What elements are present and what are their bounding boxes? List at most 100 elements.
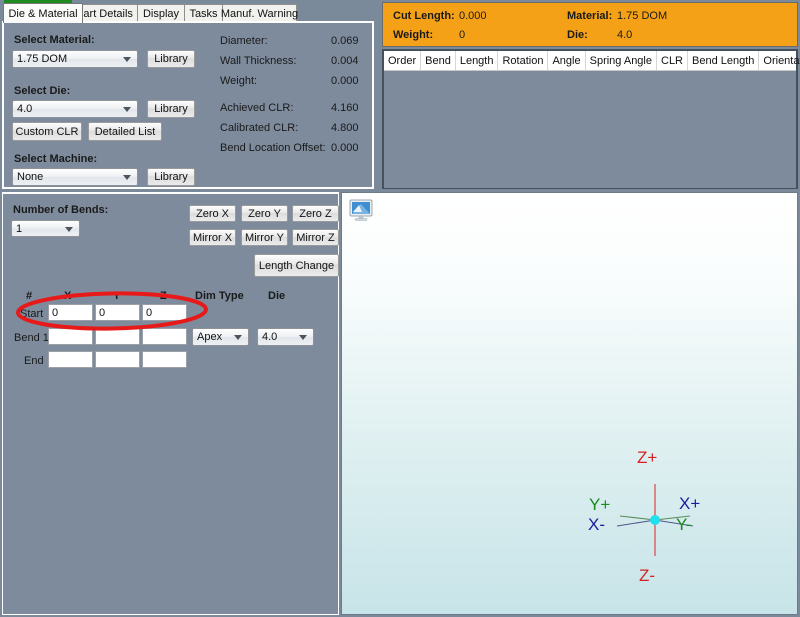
mirror-y-button[interactable]: Mirror Y <box>241 229 288 246</box>
column-header-bend-length[interactable]: Bend Length <box>688 51 759 70</box>
summary-material-label: Material: <box>567 10 612 22</box>
machine-select-value: None <box>17 171 43 183</box>
select-machine-label: Select Machine: <box>14 153 97 165</box>
bend-location-offset-value: 0.000 <box>331 142 359 154</box>
bend-1-dim-type-select[interactable]: Apex <box>192 328 249 346</box>
machine-library-button[interactable]: Library <box>147 168 195 186</box>
mirror-z-button[interactable]: Mirror Z <box>292 229 339 246</box>
summary-weight-value: 0 <box>459 29 465 41</box>
zero-y-button[interactable]: Zero Y <box>241 205 288 222</box>
column-header-spring-angle[interactable]: Spring Angle <box>586 51 657 70</box>
end-z-input[interactable] <box>142 351 187 368</box>
column-header-orientation[interactable]: Orientation <box>759 51 800 70</box>
chevron-down-icon <box>123 57 131 62</box>
bend-1-dim-type-value: Apex <box>197 331 222 343</box>
bend-1-die-value: 4.0 <box>262 331 277 343</box>
axis-label-x-plus: X+ <box>679 494 700 514</box>
tab-die-material[interactable]: Die & Material <box>3 3 83 23</box>
bend-1-die-select[interactable]: 4.0 <box>257 328 314 346</box>
bend-1-y-input[interactable] <box>95 328 140 345</box>
weight-value: 0.000 <box>331 75 359 87</box>
column-header-rotation[interactable]: Rotation <box>498 51 548 70</box>
column-header-clr[interactable]: CLR <box>657 51 688 70</box>
tab-strip: Die & Material Part Details Display Task… <box>0 4 375 22</box>
calibrated-clr-label: Calibrated CLR: <box>220 122 298 134</box>
bend-1-x-input[interactable] <box>48 328 93 345</box>
select-material-label: Select Material: <box>14 34 95 46</box>
mirror-x-button[interactable]: Mirror X <box>189 229 236 246</box>
achieved-clr-value: 4.160 <box>331 102 359 114</box>
summary-bar: Cut Length: 0.000 Weight: 0 Material: 1.… <box>382 2 798 47</box>
achieved-clr-label: Achieved CLR: <box>220 102 293 114</box>
grid-header-dim-type: Dim Type <box>195 290 244 302</box>
bend-1-z-input[interactable] <box>142 328 187 345</box>
chevron-down-icon <box>123 107 131 112</box>
select-die-label: Select Die: <box>14 85 70 97</box>
chevron-down-icon <box>299 335 307 340</box>
column-header-angle[interactable]: Angle <box>548 51 585 70</box>
wall-thickness-label: Wall Thickness: <box>220 55 296 67</box>
start-y-input[interactable]: 0 <box>95 304 140 321</box>
3d-viewport[interactable] <box>341 192 798 615</box>
cut-length-label: Cut Length: <box>393 10 455 22</box>
grid-header-y: Y <box>113 290 120 302</box>
grid-header-z: Z <box>160 290 167 302</box>
axis-label-x-minus: X- <box>588 515 605 535</box>
summary-die-value: 4.0 <box>617 29 632 41</box>
summary-weight-label: Weight: <box>393 29 433 41</box>
grid-header-die: Die <box>268 290 285 302</box>
detailed-list-button[interactable]: Detailed List <box>88 122 162 141</box>
zero-x-button[interactable]: Zero X <box>189 205 236 222</box>
zero-z-button[interactable]: Zero Z <box>292 205 339 222</box>
calibrated-clr-value: 4.800 <box>331 122 359 134</box>
column-header-order[interactable]: Order <box>384 51 421 70</box>
tab-manuf-warning[interactable]: Manuf. Warning <box>222 4 297 22</box>
bend-location-offset-label: Bend Location Offset: <box>220 142 326 154</box>
grid-header-x: X <box>64 290 71 302</box>
chevron-down-icon <box>234 335 242 340</box>
die-and-material-panel: Select Material: 1.75 DOM Library Select… <box>2 21 374 189</box>
die-library-button[interactable]: Library <box>147 100 195 118</box>
grid-header-num: # <box>26 290 32 302</box>
summary-material-value: 1.75 DOM <box>617 10 667 22</box>
tab-display[interactable]: Display <box>137 4 185 22</box>
die-select-value: 4.0 <box>17 103 32 115</box>
diameter-label: Diameter: <box>220 35 268 47</box>
length-change-button[interactable]: Length Change <box>254 254 339 277</box>
number-of-bends-select[interactable]: 1 <box>11 220 80 237</box>
end-y-input[interactable] <box>95 351 140 368</box>
number-of-bends-label: Number of Bends: <box>13 204 108 216</box>
bends-panel: Number of Bends: 1 Zero X Zero Y Zero Z … <box>2 192 339 615</box>
chevron-down-icon <box>123 175 131 180</box>
bend-table-body[interactable] <box>384 71 796 188</box>
wall-thickness-value: 0.004 <box>331 55 359 67</box>
row-label-end: End <box>24 355 44 367</box>
axis-label-y-minus: Y- <box>676 515 691 535</box>
bend-table-panel: Order Bend Length Rotation Angle Spring … <box>382 49 798 189</box>
axis-label-y-plus: Y+ <box>589 495 610 515</box>
axis-label-z-plus: Z+ <box>637 448 657 468</box>
number-of-bends-value: 1 <box>16 223 22 235</box>
die-select[interactable]: 4.0 <box>12 100 138 118</box>
row-label-bend-1: Bend 1 <box>14 332 49 344</box>
column-header-bend[interactable]: Bend <box>421 51 456 70</box>
start-x-input[interactable]: 0 <box>48 304 93 321</box>
row-label-start: Start <box>20 308 43 320</box>
tab-tasks[interactable]: Tasks <box>184 4 223 22</box>
diameter-value: 0.069 <box>331 35 359 47</box>
axis-label-z-minus: Z- <box>639 566 655 586</box>
summary-die-label: Die: <box>567 29 588 41</box>
custom-clr-button[interactable]: Custom CLR <box>12 122 82 141</box>
monitor-icon[interactable] <box>349 199 373 221</box>
cut-length-value: 0.000 <box>459 10 487 22</box>
bend-table-header: Order Bend Length Rotation Angle Spring … <box>384 51 796 71</box>
material-library-button[interactable]: Library <box>147 50 195 68</box>
material-select[interactable]: 1.75 DOM <box>12 50 138 68</box>
machine-select[interactable]: None <box>12 168 138 186</box>
end-x-input[interactable] <box>48 351 93 368</box>
material-select-value: 1.75 DOM <box>17 53 67 65</box>
start-z-input[interactable]: 0 <box>142 304 187 321</box>
weight-label: Weight: <box>220 75 257 87</box>
chevron-down-icon <box>65 227 73 232</box>
column-header-length[interactable]: Length <box>456 51 499 70</box>
